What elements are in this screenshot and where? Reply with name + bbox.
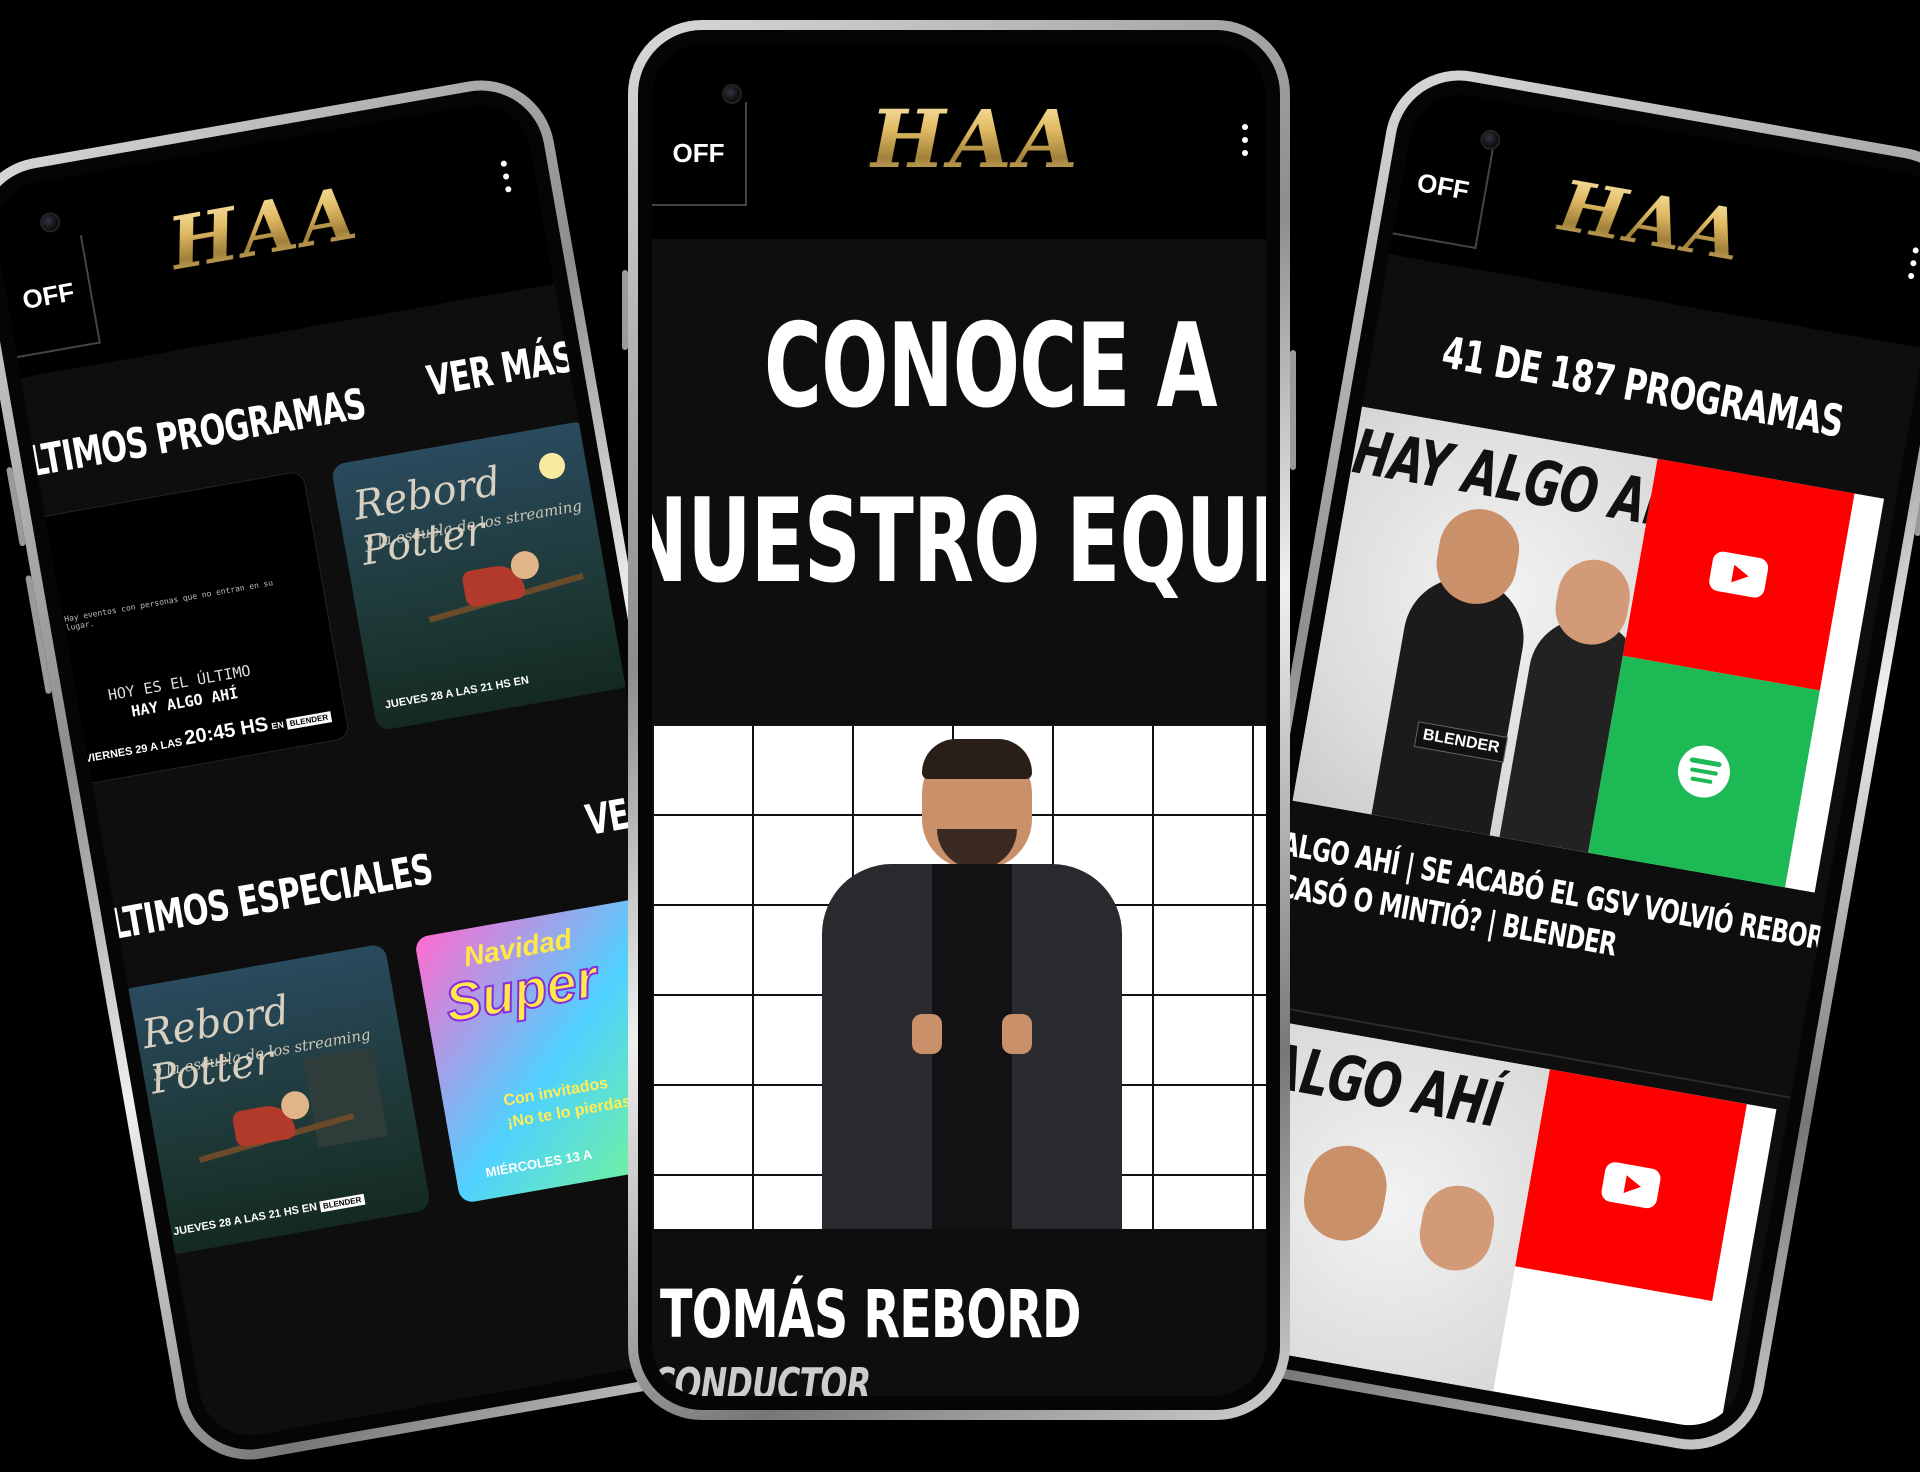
card-footer: VIERNES 29 A LAS 20:45 HS EN BLENDER (82, 702, 332, 768)
menu-icon[interactable] (1242, 124, 1248, 163)
program-card-2[interactable]: Rebord Potter y la escuela de los stream… (330, 420, 634, 732)
haa-logo[interactable]: HAA (1553, 164, 1751, 278)
card-footer: JUEVES 28 A LAS 21 HS EN (384, 674, 530, 712)
program-count: 41 DE 187 PROGRAMAS (1438, 327, 1847, 448)
center-header: OFF HAA (652, 44, 1266, 239)
spotify-button[interactable] (1588, 655, 1820, 888)
card-footer-en: EN (270, 719, 285, 732)
team-member-photo[interactable] (652, 724, 1266, 1229)
card-footer: MIÉRCOLES 13 A (484, 1146, 594, 1181)
card-small-text: Hay eventos con personas que no entran e… (63, 578, 274, 633)
team-headline-line2: NUESTRO EQUIPO (652, 474, 1266, 609)
see-more-programas-link[interactable]: VER MÁS (423, 332, 577, 406)
card-footer-text: JUEVES 28 A LAS 21 HS EN (172, 1201, 319, 1239)
wizard-illustration (420, 547, 584, 648)
youtube-button[interactable] (1622, 458, 1855, 691)
off-button[interactable]: OFF (0, 235, 101, 359)
team-member-name: TOMÁS REBORD (660, 1276, 1081, 1353)
youtube-icon (1599, 1160, 1663, 1210)
card-footer: JUEVES 28 A LAS 21 HS EN BLENDER (172, 1193, 366, 1239)
team-member-role: CONDUCTOR (652, 1359, 871, 1396)
program-card-1[interactable]: Hay eventos con personas que no entran e… (35, 470, 351, 786)
youtube-button[interactable] (1515, 1069, 1747, 1302)
center-screen: OFF HAA CONOCE A NUESTRO EQUIPO (652, 44, 1266, 1396)
section-title-programas: ÚLTIMOS PROGRAMAS (1, 378, 370, 491)
spotify-icon (1673, 741, 1735, 802)
haa-logo[interactable]: HAA (870, 92, 1082, 186)
menu-icon[interactable] (500, 160, 513, 199)
camera-icon (722, 84, 742, 104)
thumb-image: HAY ALGO AHÍ BLENDER (1263, 401, 1658, 853)
person-face (1414, 1180, 1500, 1277)
off-button[interactable]: OFF (1392, 125, 1496, 250)
card-footer-time: 20:45 HS (182, 713, 270, 750)
haa-logo[interactable]: HAA (162, 169, 366, 286)
channel-badge: BLENDER (285, 711, 332, 730)
wizard-illustration (190, 1087, 355, 1188)
youtube-icon (1707, 550, 1770, 600)
team-headline-line1: CONOCE A (764, 299, 1218, 434)
person-body (822, 864, 1122, 1229)
right-header: OFF HAA (1389, 86, 1920, 349)
menu-icon[interactable] (1906, 246, 1920, 286)
person-head (922, 739, 1032, 869)
off-button[interactable]: OFF (652, 102, 747, 206)
episode-card-1[interactable]: HAY ALGO AHÍ BLENDER (1263, 401, 1885, 893)
special-card-1[interactable]: Rebord Potter y la escuela de los stream… (118, 943, 432, 1257)
phone-center: OFF HAA CONOCE A NUESTRO EQUIPO (622, 20, 1296, 1420)
person-face (1297, 1139, 1393, 1247)
channel-badge: BLENDER (319, 1193, 366, 1213)
card-footer-date: VIERNES 29 A LAS (83, 736, 184, 766)
left-header: OFF HAA (0, 96, 555, 378)
right-screen: OFF HAA 41 DE 187 PROGRAMAS HAY ALGO AHÍ… (1197, 86, 1920, 1434)
section-title-especiales: ÚLTIMOS ESPECIALES (83, 844, 437, 954)
